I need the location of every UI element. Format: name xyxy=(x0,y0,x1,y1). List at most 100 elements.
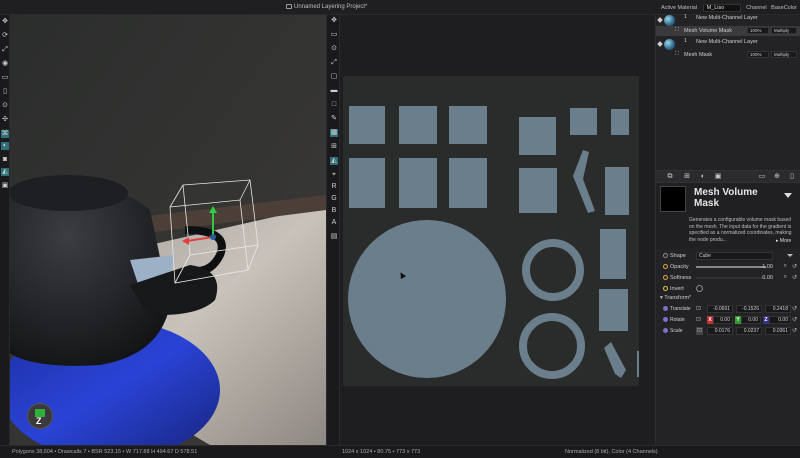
opacity-port-icon[interactable] xyxy=(663,264,668,269)
move-icon[interactable]: ✥ xyxy=(1,18,9,26)
transform-icon[interactable]: ✣ xyxy=(1,116,9,124)
scale-z[interactable]: 0.0361 xyxy=(765,327,791,335)
more-link[interactable]: ▸ More xyxy=(776,238,791,244)
snap-icon[interactable]: ⌘ xyxy=(1,130,9,138)
display-icon[interactable]: ▣ xyxy=(1,182,9,190)
rotate-y[interactable]: 0.00 xyxy=(741,316,761,324)
grid-icon[interactable]: ⊞ xyxy=(330,143,338,151)
add-icon[interactable]: ⊕ xyxy=(773,173,781,181)
fill-icon[interactable]: ▦ xyxy=(330,129,338,137)
square-icon[interactable]: □ xyxy=(330,101,338,109)
scale-x[interactable]: 0.0176 xyxy=(707,327,733,335)
rotate-z[interactable]: 0.00 xyxy=(769,316,791,324)
uv-shell xyxy=(519,168,557,213)
channel-g-icon[interactable]: G xyxy=(330,195,338,203)
paint-icon[interactable]: ◭ xyxy=(1,168,9,176)
rotate-port-icon[interactable] xyxy=(663,317,668,322)
opacity-row: Opacity 1.00 ⌕ ↺ xyxy=(656,262,800,272)
reset-icon[interactable]: ↺ xyxy=(792,316,797,323)
layer-name[interactable]: New Multi-Channel Layer xyxy=(696,39,758,45)
ruler-icon[interactable]: ▬ xyxy=(330,87,338,95)
mask-item[interactable]: ⛶ Mesh Mask 100% Multiply xyxy=(656,50,800,60)
mask-opacity[interactable]: 100% xyxy=(747,27,769,34)
reset-icon[interactable]: ↺ xyxy=(792,327,797,334)
collapse-icon[interactable] xyxy=(784,193,792,198)
invert-toggle[interactable] xyxy=(696,285,703,292)
camera-icon[interactable]: ◙ xyxy=(1,156,9,164)
histogram-icon[interactable]: ▤ xyxy=(330,233,338,241)
channel-a-icon[interactable]: A xyxy=(330,219,338,227)
fit-icon[interactable]: ▢ xyxy=(330,73,338,81)
channel-r-icon[interactable]: R xyxy=(330,183,338,191)
softness-port-icon[interactable] xyxy=(663,275,668,280)
channel-selector[interactable]: BaseColor xyxy=(771,5,797,11)
scale-y[interactable]: 0.0237 xyxy=(736,327,762,335)
shape-label: Shape xyxy=(670,253,686,259)
softness-row: Softness 0.00 ⌕ ↺ xyxy=(656,273,800,283)
material-selector[interactable]: M_Liso xyxy=(702,4,741,12)
toggle-icon[interactable]: ◐ xyxy=(1,142,9,150)
visibility-icon[interactable] xyxy=(657,17,663,23)
frame-icon[interactable]: ▭ xyxy=(330,31,338,39)
reset-icon[interactable]: ↺ xyxy=(792,305,797,312)
mask-blend-mode[interactable]: Multiply xyxy=(771,27,797,34)
orientation-gizmo[interactable]: Z xyxy=(27,403,53,429)
eyedropper-icon[interactable]: ⌕ xyxy=(784,263,787,270)
shape-dropdown[interactable]: Cube xyxy=(696,252,773,260)
move-icon[interactable]: ✥ xyxy=(330,17,338,25)
layer-number: 1 xyxy=(684,38,687,44)
mask-opacity[interactable]: 100% xyxy=(747,51,769,58)
channel-b-icon[interactable]: B xyxy=(330,207,338,215)
sphere-icon[interactable]: ◉ xyxy=(1,60,9,68)
active-material-label: Active Material xyxy=(661,5,698,11)
transform-section[interactable]: ▾ Transform* xyxy=(660,295,691,301)
scale-port-icon[interactable] xyxy=(663,328,668,333)
shape-port-icon[interactable] xyxy=(663,253,668,258)
translate-x[interactable]: -0.0691 xyxy=(707,305,733,313)
rotate-icon[interactable]: ⟳ xyxy=(1,32,9,40)
pivot-icon[interactable]: ⊙ xyxy=(330,45,338,53)
opacity-value[interactable]: 1.00 xyxy=(762,264,773,270)
translate-port-icon[interactable] xyxy=(663,306,668,311)
scale-icon[interactable]: ⤢ xyxy=(1,46,9,54)
layers-icon[interactable]: ⧉ xyxy=(666,173,674,181)
chevron-down-icon[interactable] xyxy=(787,254,793,257)
gizmo-center[interactable] xyxy=(210,234,216,240)
layer-name[interactable]: New Multi-Channel Layer xyxy=(696,15,758,21)
contrast-icon[interactable]: ◐ xyxy=(699,173,707,181)
node-title: Mesh Volume Mask xyxy=(694,187,758,209)
3d-viewport[interactable]: Z xyxy=(10,15,326,445)
trash-icon[interactable]: ▯ xyxy=(1,88,9,96)
visibility-icon[interactable] xyxy=(657,41,663,47)
rotate-x[interactable]: 0.00 xyxy=(713,316,733,324)
invert-port-icon[interactable] xyxy=(663,286,668,291)
pivot-icon[interactable]: ⊙ xyxy=(1,102,9,110)
softness-value[interactable]: 0.00 xyxy=(762,275,773,281)
scale-icon[interactable]: ⤢ xyxy=(330,59,338,67)
lock-icon[interactable]: ⊡ xyxy=(696,327,703,335)
translate-y[interactable]: -0.1526 xyxy=(736,305,762,313)
lock-icon[interactable]: ⊡ xyxy=(696,316,701,323)
image-icon[interactable]: ▣ xyxy=(714,173,722,181)
rotate-label: Rotate xyxy=(670,317,685,323)
reset-icon[interactable]: ↺ xyxy=(792,274,797,281)
mask-blend-mode[interactable]: Multiply xyxy=(771,51,797,58)
brush-icon[interactable]: ✎ xyxy=(330,115,338,123)
mask-item[interactable]: ⛶ Mesh Volume Mask 100% Multiply xyxy=(656,26,800,36)
opacity-slider[interactable] xyxy=(696,266,766,268)
reset-icon[interactable]: ↺ xyxy=(792,263,797,270)
eyedropper-icon[interactable]: ⌕ xyxy=(784,274,787,281)
softness-slider[interactable] xyxy=(696,277,766,279)
lock-icon[interactable]: ⊡ xyxy=(696,305,701,312)
grid-icon[interactable]: ⊞ xyxy=(683,173,691,181)
uv-viewport[interactable] xyxy=(340,15,655,445)
trash-icon[interactable]: ▯ xyxy=(788,173,796,181)
uv-canvas[interactable] xyxy=(343,76,641,386)
translate-z[interactable]: 0.2418 xyxy=(765,305,791,313)
active-material-bar: Active Material M_Liso Channel BaseColor xyxy=(661,4,797,12)
triangle-icon[interactable]: ◭ xyxy=(330,157,338,165)
folder-icon[interactable]: ▭ xyxy=(758,173,766,181)
frame-icon[interactable]: ▭ xyxy=(1,74,9,82)
cap-top xyxy=(10,175,128,211)
pin-icon[interactable]: ⌖ xyxy=(330,171,338,179)
